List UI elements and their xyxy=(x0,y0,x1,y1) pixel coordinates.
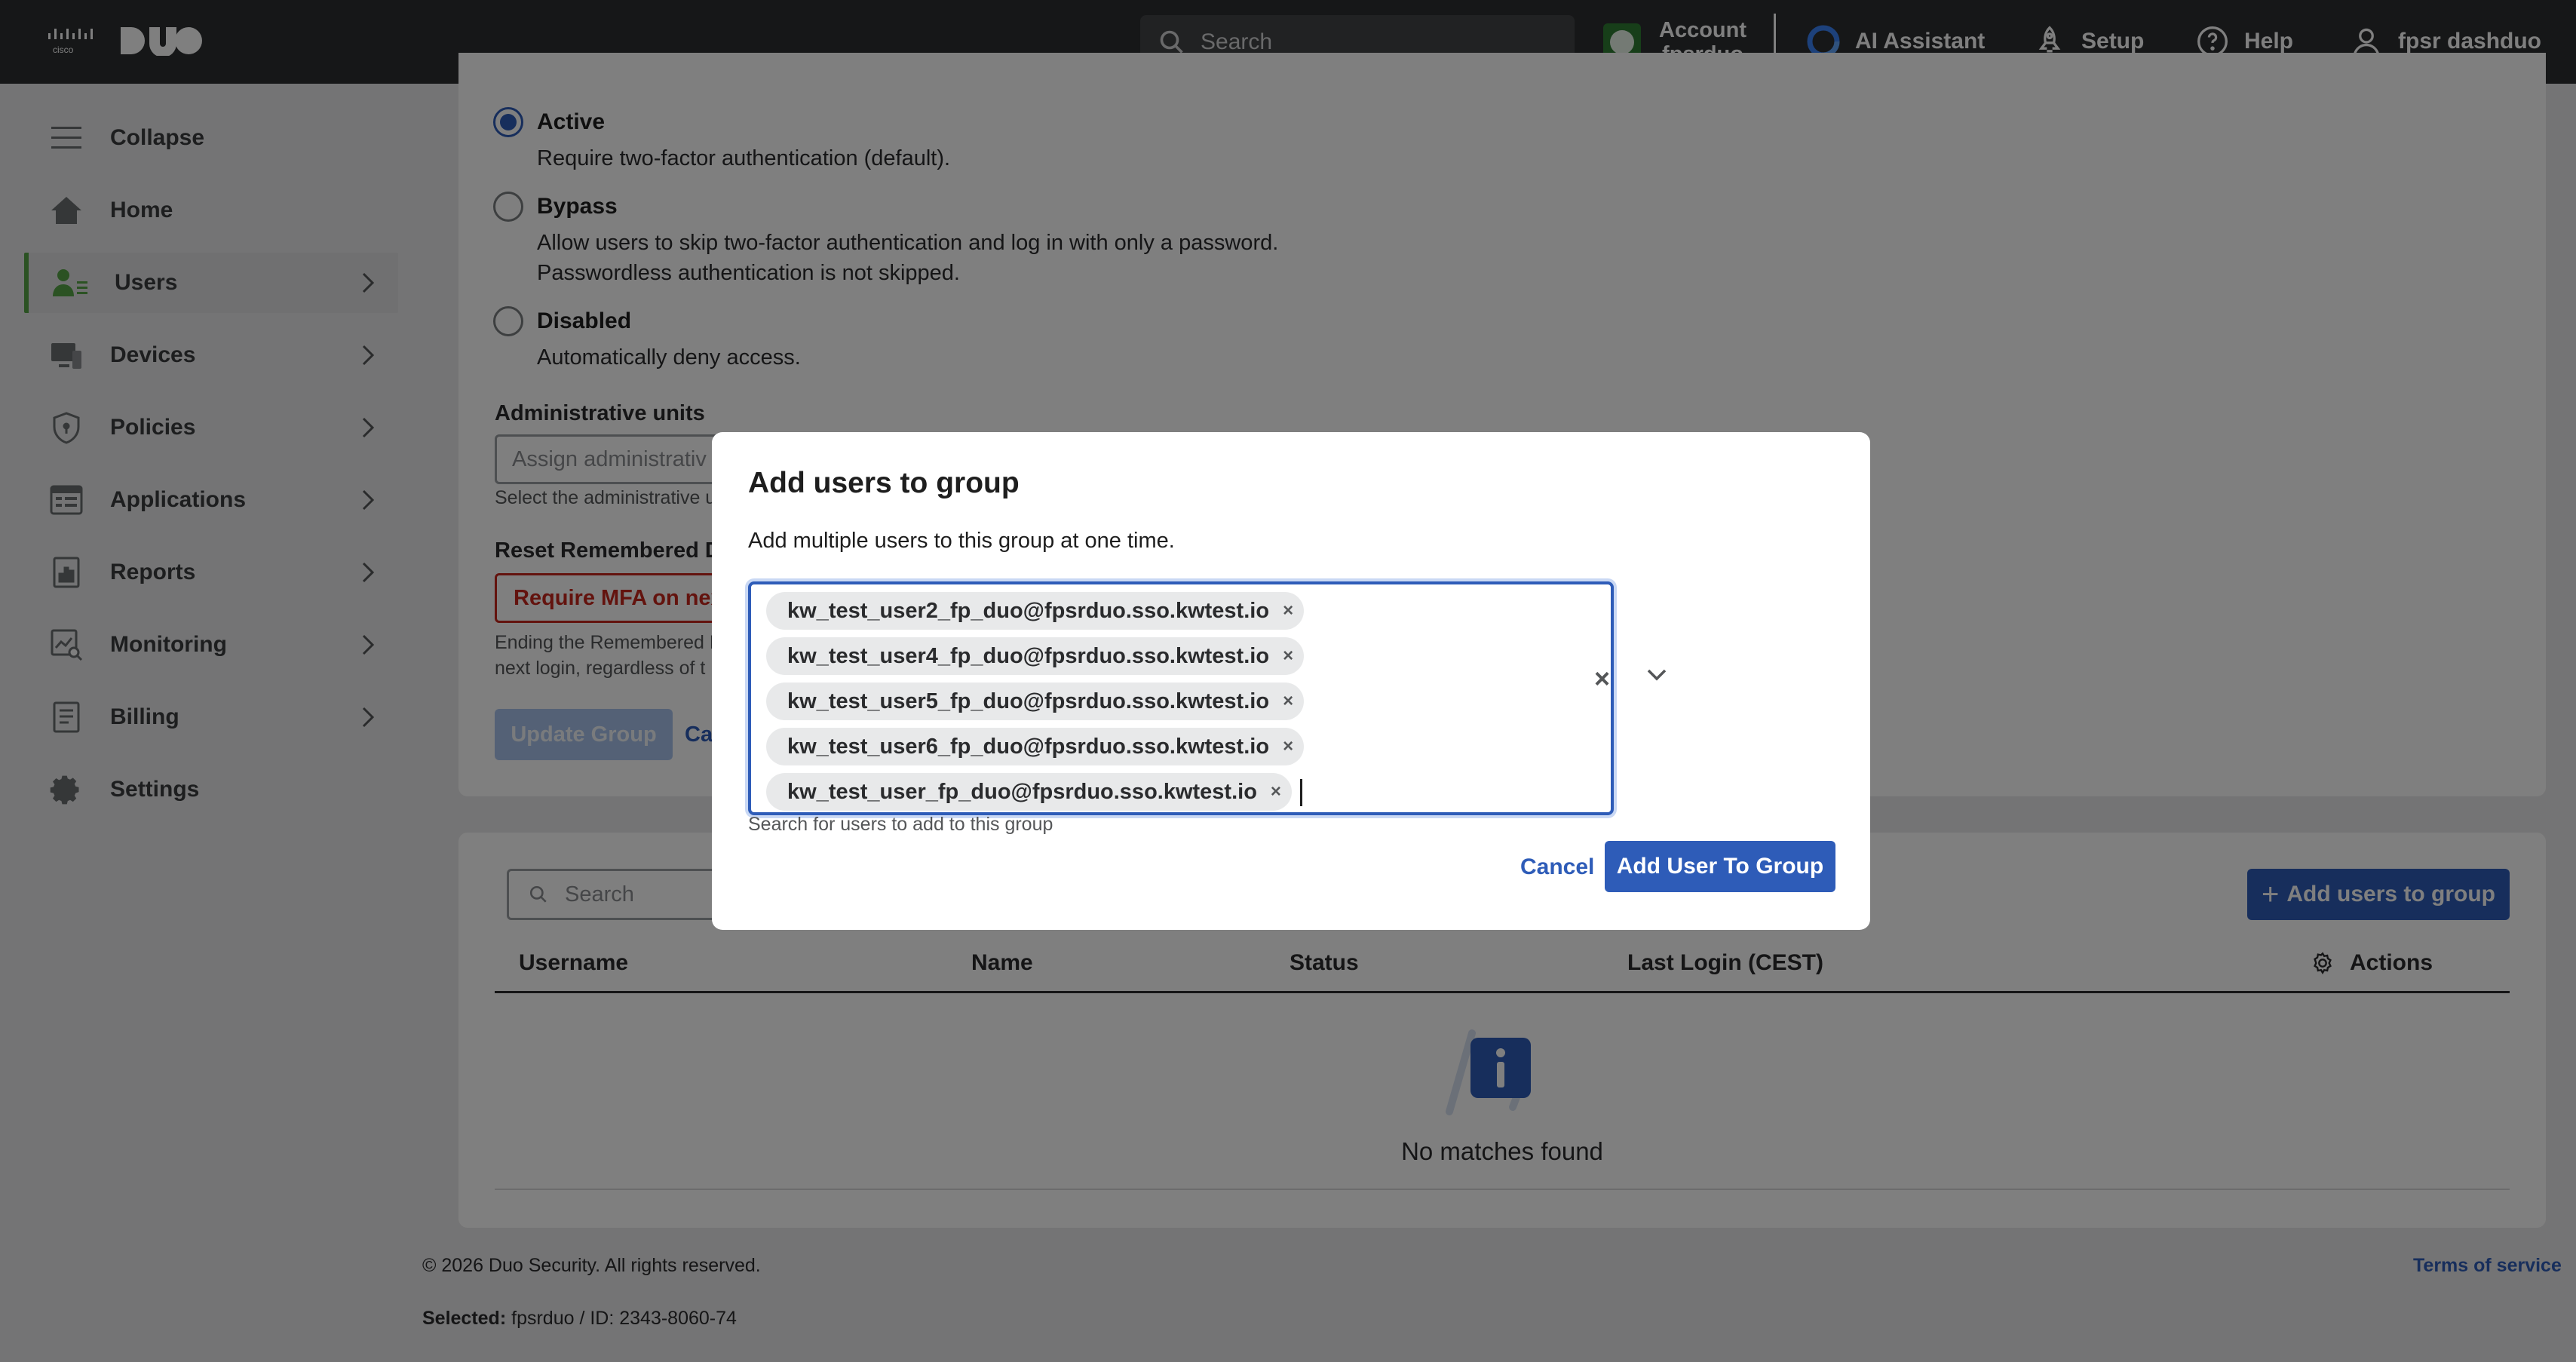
chip-remove-icon[interactable]: × xyxy=(1283,691,1293,712)
user-chip-label: kw_test_user6_fp_duo@fpsrduo.sso.kwtest.… xyxy=(787,734,1270,759)
modal-title: Add users to group xyxy=(748,467,1020,499)
users-multiselect-input[interactable]: kw_test_user2_fp_duo@fpsrduo.sso.kwtest.… xyxy=(748,581,1667,815)
chevron-down-icon[interactable] xyxy=(1645,667,1668,683)
user-chip-label: kw_test_user2_fp_duo@fpsrduo.sso.kwtest.… xyxy=(787,598,1270,623)
text-caret xyxy=(1300,779,1302,806)
modal-cancel-button[interactable]: Cancel xyxy=(1520,854,1594,880)
user-chip-label: kw_test_user4_fp_duo@fpsrduo.sso.kwtest.… xyxy=(787,643,1270,668)
user-chip: kw_test_user6_fp_duo@fpsrduo.sso.kwtest.… xyxy=(766,728,1305,765)
user-chip: kw_test_user_fp_duo@fpsrduo.sso.kwtest.i… xyxy=(766,773,1292,811)
user-chip-label: kw_test_user5_fp_duo@fpsrduo.sso.kwtest.… xyxy=(787,689,1270,713)
add-users-modal: Add users to group Add multiple users to… xyxy=(712,432,1870,930)
user-chip-label: kw_test_user_fp_duo@fpsrduo.sso.kwtest.i… xyxy=(787,779,1257,804)
user-chip: kw_test_user2_fp_duo@fpsrduo.sso.kwtest.… xyxy=(766,592,1305,630)
chip-remove-icon[interactable]: × xyxy=(1283,600,1293,621)
user-chip: kw_test_user4_fp_duo@fpsrduo.sso.kwtest.… xyxy=(766,637,1305,675)
chip-remove-icon[interactable]: × xyxy=(1283,646,1293,667)
modal-help-text: Search for users to add to this group xyxy=(748,814,1053,835)
clear-all-icon[interactable]: × xyxy=(1594,663,1610,695)
modal-subtitle: Add multiple users to this group at one … xyxy=(748,529,1175,553)
chip-remove-icon[interactable]: × xyxy=(1271,781,1281,802)
user-chip: kw_test_user5_fp_duo@fpsrduo.sso.kwtest.… xyxy=(766,683,1305,720)
chip-remove-icon[interactable]: × xyxy=(1283,736,1293,757)
add-user-to-group-button[interactable]: Add User To Group xyxy=(1605,841,1835,892)
